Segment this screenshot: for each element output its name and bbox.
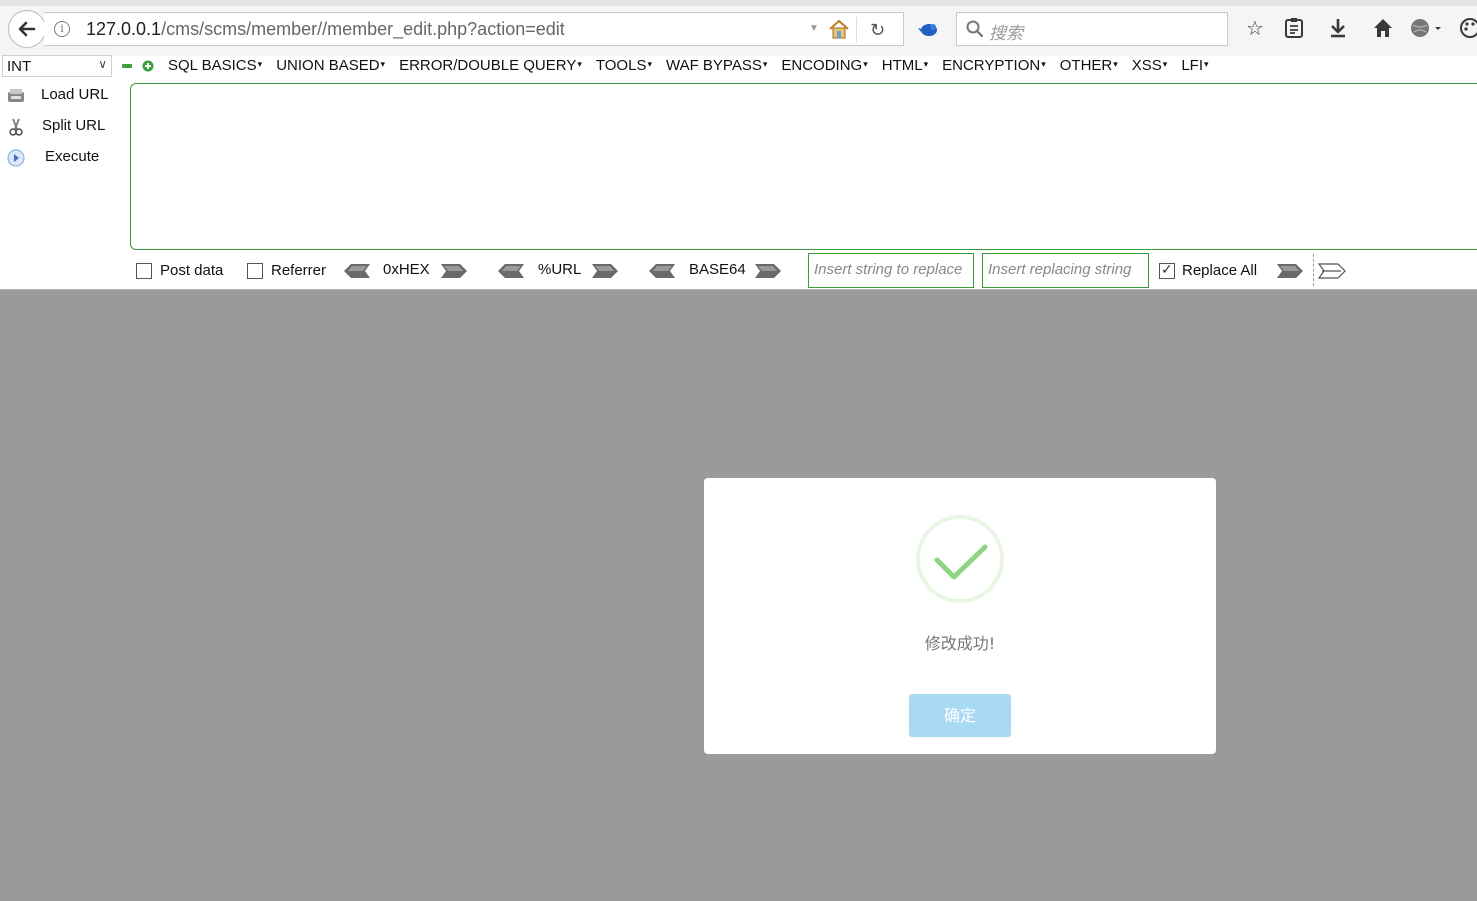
options-separator — [1313, 254, 1314, 286]
base64-label: BASE64 — [689, 261, 746, 278]
replace-all-checkbox[interactable] — [1159, 261, 1175, 279]
reading-list-icon[interactable] — [1282, 16, 1306, 40]
url-textarea[interactable] — [130, 83, 1477, 250]
site-info-icon[interactable]: i — [54, 21, 70, 37]
hex-encode-arrow-icon[interactable] — [440, 263, 468, 279]
split-url-button[interactable]: Split URL — [4, 115, 124, 139]
download-icon[interactable] — [1326, 16, 1350, 40]
load-url-icon — [8, 89, 24, 102]
decrease-icon[interactable] — [121, 60, 133, 72]
menu-error-double-query[interactable]: ERROR/DOUBLE QUERY▾ — [399, 57, 582, 74]
tab-strip — [0, 0, 1477, 6]
scissors-icon — [9, 118, 23, 136]
post-data-checkbox[interactable] — [136, 263, 152, 279]
url-text[interactable]: 127.0.0.1/cms/scms/member//member_edit.p… — [86, 19, 565, 40]
replace-find-input[interactable]: Insert string to replace — [808, 253, 974, 288]
search-icon — [966, 20, 984, 38]
home-page-icon[interactable] — [828, 19, 850, 39]
referrer-checkbox[interactable] — [247, 263, 263, 279]
load-url-button[interactable]: Load URL — [4, 84, 124, 108]
replace-apply-arrow-icon[interactable] — [1276, 263, 1304, 279]
hex-label: 0xHEX — [383, 261, 430, 278]
search-box[interactable]: 搜索 — [956, 12, 1228, 46]
base64-decode-arrow-icon[interactable] — [648, 263, 676, 279]
ok-button[interactable]: 确定 — [909, 694, 1011, 737]
menu-html[interactable]: HTML▾ — [882, 57, 928, 74]
success-check-icon — [916, 515, 1004, 603]
menu-encoding[interactable]: ENCODING▾ — [781, 57, 867, 74]
success-dialog: 修改成功! 确定 — [704, 478, 1216, 754]
menu-tools[interactable]: TOOLS▾ — [596, 57, 652, 74]
replace-all-label: Replace All — [1182, 262, 1258, 279]
dialog-message: 修改成功! — [924, 634, 996, 653]
address-bar[interactable]: i 127.0.0.1/cms/scms/member//member_edit… — [44, 12, 904, 46]
back-button[interactable] — [8, 10, 46, 48]
browser-toolbar: i 127.0.0.1/cms/scms/member//member_edit… — [0, 0, 1477, 56]
execute-button[interactable]: Execute — [4, 146, 124, 170]
url-host: 127.0.0.1 — [86, 19, 162, 39]
menu-xss[interactable]: XSS▾ — [1132, 57, 1168, 74]
injection-type-select[interactable]: INT ∨ — [2, 55, 112, 77]
url-decode-arrow-icon[interactable] — [497, 263, 525, 279]
url-path: /cms/scms/member//member_edit.php?action… — [161, 19, 565, 39]
menu-sql-basics[interactable]: SQL BASICS▾ — [168, 57, 262, 74]
menu-other[interactable]: OTHER▾ — [1060, 57, 1118, 74]
home-icon[interactable] — [1371, 16, 1395, 40]
hackbar-options-row: Post data Referrer 0xHEX %URL BASE64 Ins… — [0, 253, 1477, 288]
reload-icon[interactable]: ↻ — [870, 20, 885, 41]
hackbar-toggle-icon[interactable] — [918, 18, 940, 40]
search-placeholder: 搜索 — [989, 24, 1023, 43]
extra-arrow-icon[interactable] — [1318, 263, 1346, 279]
hackbar-menu: SQL BASICS▾ UNION BASED▾ ERROR/DOUBLE QU… — [168, 57, 1223, 74]
hackbar-border — [0, 289, 1477, 290]
menu-lfi[interactable]: LFI▾ — [1181, 57, 1208, 74]
chevron-down-icon: ∨ — [98, 57, 107, 71]
palette-icon[interactable] — [1458, 16, 1477, 40]
menu-union-based[interactable]: UNION BASED▾ — [276, 57, 385, 74]
menu-encryption[interactable]: ENCRYPTION▾ — [942, 57, 1046, 74]
split-url-label: Split URL — [42, 117, 106, 134]
load-url-label: Load URL — [41, 86, 109, 103]
replace-with-input[interactable]: Insert replacing string — [982, 253, 1149, 288]
base64-encode-arrow-icon[interactable] — [754, 263, 782, 279]
url-history-dropdown-icon[interactable]: ▼ — [809, 23, 819, 34]
url-encode-label: %URL — [538, 261, 582, 278]
play-icon — [7, 149, 25, 167]
referrer-label: Referrer — [271, 262, 327, 279]
execute-label: Execute — [45, 148, 100, 165]
menu-waf-bypass[interactable]: WAF BYPASS▾ — [666, 57, 767, 74]
increase-icon[interactable] — [142, 60, 154, 72]
hex-decode-arrow-icon[interactable] — [343, 263, 371, 279]
url-encode-arrow-icon[interactable] — [591, 263, 619, 279]
bookmark-star-icon[interactable]: ☆ — [1243, 16, 1267, 40]
url-divider — [856, 17, 857, 43]
back-arrow-icon — [18, 21, 36, 37]
injection-type-value: INT — [7, 58, 32, 75]
profile-globe-icon[interactable] — [1408, 16, 1444, 40]
post-data-label: Post data — [160, 262, 224, 279]
